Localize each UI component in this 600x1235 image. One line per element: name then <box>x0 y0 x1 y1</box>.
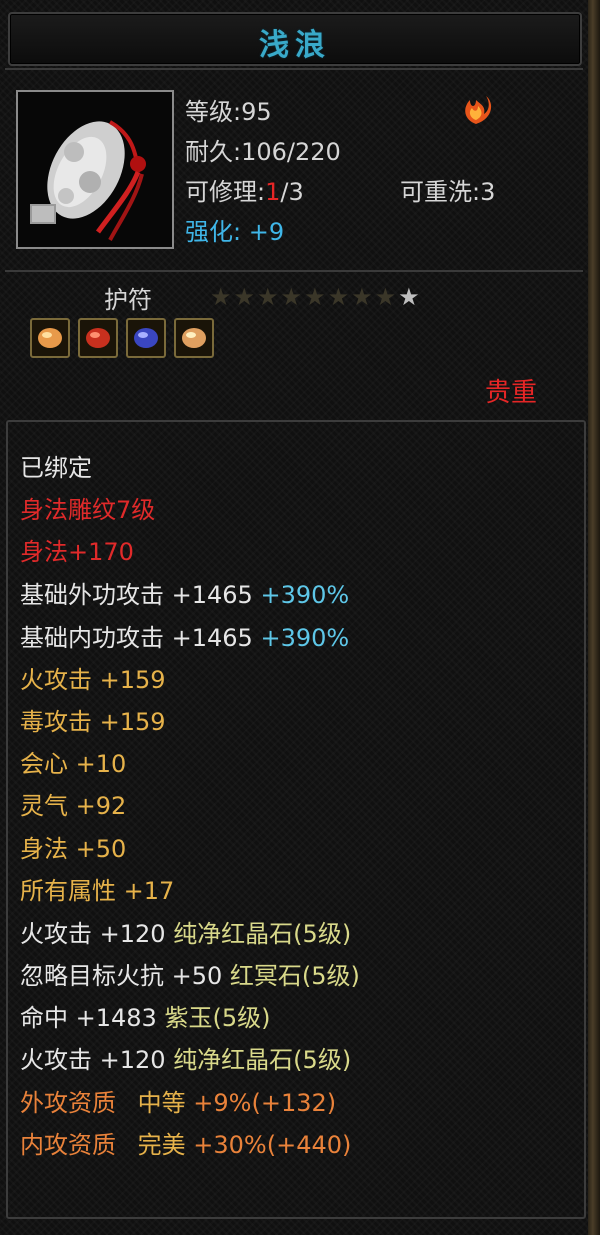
star-icon: ★ <box>327 283 352 311</box>
poison-attack: 毒攻击 +159 <box>20 708 166 736</box>
ext-quality-value: +9%(+132) <box>193 1089 337 1117</box>
gem-stat-1: 火攻击 +120 纯净红晶石(5级) <box>20 914 351 949</box>
star-icon: ★ <box>210 283 234 311</box>
int-attack-label: 基础内功攻击 +1465 <box>20 624 253 652</box>
gem-stat-3: 命中 +1483 紫玉(5级) <box>20 998 270 1033</box>
int-quality-grade: 完美 <box>137 1131 186 1159</box>
star-rating: ★★★★★★★★★ <box>210 283 422 311</box>
gem-stat-3-value: 命中 +1483 <box>20 1004 157 1032</box>
blue-gem-icon <box>134 328 158 348</box>
orange-gem-icon <box>38 328 62 348</box>
int-quality-value: +30%(+440) <box>193 1131 352 1159</box>
repair-current: 1 <box>265 178 281 206</box>
star-icon: ★ <box>280 283 305 311</box>
item-icon <box>16 90 174 249</box>
gem-stat-3-name: 紫玉(5级) <box>164 1004 271 1032</box>
ext-quality-label: 外攻资质 <box>20 1089 116 1117</box>
star-icon-lit: ★ <box>398 283 422 311</box>
ext-attack: 基础外功攻击 +1465 +390% <box>20 575 349 610</box>
enhance-value: +9 <box>248 218 285 246</box>
gem-slot-3[interactable] <box>126 318 166 358</box>
red-gem-icon <box>86 328 110 348</box>
crit: 会心 +10 <box>20 750 127 778</box>
ext-quality: 外攻资质 中等 +9%(+132) <box>20 1083 336 1118</box>
enhance-label: 强化: <box>185 218 242 246</box>
gem-slot-1[interactable] <box>30 318 70 358</box>
ext-quality-grade: 中等 <box>137 1089 186 1117</box>
item-durability: 耐久:106/220 <box>185 138 341 166</box>
int-attack: 基础内功攻击 +1465 +390% <box>20 618 349 653</box>
spirit: 灵气 +92 <box>20 792 127 820</box>
star-icon: ★ <box>304 283 328 311</box>
orange-gem-icon <box>182 328 206 348</box>
int-quality-label: 内攻资质 <box>20 1131 116 1159</box>
gem-stat-1-name: 纯净红晶石(5级) <box>173 920 352 948</box>
gem-stat-2-name: 红冥石(5级) <box>229 962 360 990</box>
star-icon: ★ <box>257 283 281 311</box>
gem-stat-4-name: 纯净红晶石(5级) <box>173 1046 352 1074</box>
ext-attack-pct: +390% <box>260 581 350 609</box>
int-quality: 内攻资质 完美 +30%(+440) <box>20 1125 351 1160</box>
agility: 身法 +50 <box>20 835 127 863</box>
int-attack-pct: +390% <box>260 624 350 652</box>
item-category: 护符 <box>104 286 152 314</box>
bound-status: 已绑定 <box>20 454 92 482</box>
gem-stat-4-value: 火攻击 +120 <box>20 1046 166 1074</box>
gem-stat-2-value: 忽略目标火抗 +50 <box>20 962 223 990</box>
gem-slot-4[interactable] <box>174 318 214 358</box>
all-attributes: 所有属性 +17 <box>20 877 175 905</box>
gem-stat-2: 忽略目标火抗 +50 红冥石(5级) <box>20 956 360 991</box>
gem-stat-4: 火攻击 +120 纯净红晶石(5级) <box>20 1040 351 1075</box>
repair-total: /3 <box>280 178 304 206</box>
repair-label: 可修理: <box>185 178 266 206</box>
fire-attack: 火攻击 +159 <box>20 666 166 694</box>
engraving: 身法雕纹7级 <box>20 496 156 524</box>
title-bar: 浅浪 <box>8 12 582 66</box>
gem-stat-1-value: 火攻击 +120 <box>20 920 166 948</box>
star-icon: ★ <box>233 283 258 311</box>
item-rarity: 贵重 <box>485 378 538 408</box>
item-repair: 可修理:1/3 <box>185 172 304 207</box>
star-icon: ★ <box>374 283 399 311</box>
ext-attack-label: 基础外功攻击 +1465 <box>20 581 253 609</box>
background-edge <box>588 0 600 1235</box>
amulet-icon <box>18 92 172 247</box>
gem-slot-2[interactable] <box>78 318 118 358</box>
item-rewash: 可重洗:3 <box>400 178 496 206</box>
item-name: 浅浪 <box>259 28 331 63</box>
engraving-bonus: 身法+170 <box>20 538 134 566</box>
item-enhance: 强化: +9 <box>185 212 284 247</box>
fire-element-icon <box>456 88 496 128</box>
star-icon: ★ <box>351 283 375 311</box>
item-level: 等级:95 <box>185 98 272 126</box>
